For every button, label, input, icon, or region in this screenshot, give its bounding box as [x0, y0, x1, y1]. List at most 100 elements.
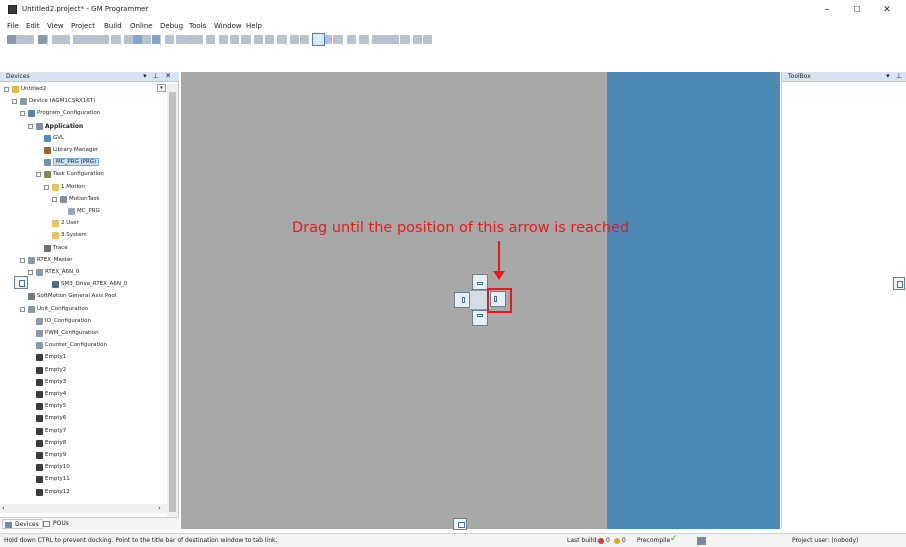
toolbar-button-icon[interactable]: [400, 35, 409, 44]
tree-item[interactable]: GVL: [4, 133, 166, 144]
devices-panel-header[interactable]: Devices ▾ ⊥ ✕: [0, 72, 179, 82]
tree-item[interactable]: Empty1: [4, 352, 166, 363]
toolbar-button-icon[interactable]: [111, 35, 120, 44]
toolbar-button-icon[interactable]: [73, 35, 82, 44]
tree-item[interactable]: RTEX_Master: [4, 255, 166, 266]
toolbar-button-icon[interactable]: [254, 35, 263, 44]
tree-item[interactable]: SM3_Drive_RTEX_A6N_0: [4, 279, 166, 290]
toolbar-button-icon[interactable]: [16, 35, 25, 44]
tree-item[interactable]: Empty12: [4, 487, 166, 498]
tree-item[interactable]: Empty3: [4, 377, 166, 388]
dock-left-indicator[interactable]: [14, 276, 28, 289]
tree-expander-icon[interactable]: [44, 184, 49, 190]
tree-item[interactable]: Task Configuration: [4, 169, 166, 180]
minimize-button[interactable]: –: [818, 3, 836, 17]
tree-expander-icon[interactable]: [4, 87, 9, 92]
toolbox-header[interactable]: ToolBox ▾ ⊥: [782, 72, 906, 82]
dock-right-indicator[interactable]: [893, 277, 905, 290]
tree-item[interactable]: Trace: [4, 243, 166, 254]
toolbar-button-icon[interactable]: [390, 35, 399, 44]
tree-item[interactable]: 1.Motion: [4, 182, 166, 193]
tree-item[interactable]: Empty10: [4, 462, 166, 473]
tree-dropdown-button[interactable]: ▾: [157, 84, 166, 92]
toolbar-button-icon[interactable]: [165, 35, 174, 44]
tree-item[interactable]: 3.System: [4, 230, 166, 241]
toolbar-button-icon[interactable]: [185, 35, 194, 44]
horizontal-scrollbar[interactable]: ‹ ›: [0, 504, 167, 513]
menu-file[interactable]: File: [7, 22, 19, 30]
tree-item[interactable]: Empty7: [4, 426, 166, 437]
toolbar-button-icon[interactable]: [52, 35, 61, 44]
toolbar-button-icon[interactable]: [206, 35, 215, 44]
toolbar-button-icon[interactable]: [7, 35, 16, 44]
close-button[interactable]: ✕: [878, 3, 896, 17]
tree-item[interactable]: Counter_Configuration: [4, 340, 166, 351]
toolbar-button-icon[interactable]: [413, 35, 422, 44]
tree-item[interactable]: Program_Configuration: [4, 108, 166, 119]
tree-expander-icon[interactable]: [20, 306, 25, 312]
toolbar-button-icon[interactable]: [290, 35, 299, 44]
toolbox-header-buttons[interactable]: ▾ ⊥: [886, 72, 904, 80]
toolbar-button-icon[interactable]: [38, 35, 47, 44]
toolbar-button-icon[interactable]: [241, 35, 250, 44]
menu-project[interactable]: Project: [71, 22, 95, 30]
toolbar-button-icon[interactable]: [100, 35, 109, 44]
menu-build[interactable]: Build: [104, 22, 122, 30]
toolbar-button-icon[interactable]: [176, 35, 185, 44]
toolbar-button-icon[interactable]: [423, 35, 432, 44]
tree-expander-icon[interactable]: [28, 123, 33, 129]
tree-item[interactable]: Empty5: [4, 401, 166, 412]
toolbar-button-icon[interactable]: [133, 35, 142, 44]
toolbar-button-icon[interactable]: [230, 35, 239, 44]
toolbar-button-icon[interactable]: [359, 35, 368, 44]
menu-window[interactable]: Window: [214, 22, 242, 30]
menu-debug[interactable]: Debug: [160, 22, 183, 30]
toolbar-button-icon[interactable]: [277, 35, 286, 44]
menu-edit[interactable]: Edit: [26, 22, 40, 30]
tree-item[interactable]: Empty4: [4, 389, 166, 400]
toolbar-button-icon[interactable]: [372, 35, 381, 44]
tree-item[interactable]: MC_PRG (PRG): [4, 157, 166, 168]
dock-left-button[interactable]: [454, 292, 470, 308]
menu-online[interactable]: Online: [130, 22, 153, 30]
network-icon[interactable]: [697, 537, 706, 545]
tree-item[interactable]: MotionTask: [4, 194, 166, 205]
menu-view[interactable]: View: [47, 22, 64, 30]
scrollbar-thumb[interactable]: [169, 92, 176, 512]
menu-tools[interactable]: Tools: [189, 22, 206, 30]
menu-help[interactable]: Help: [246, 22, 262, 30]
tab-devices[interactable]: Devices: [2, 519, 43, 529]
tree-item[interactable]: Library Manager: [4, 145, 166, 156]
panel-header-buttons[interactable]: ▾ ⊥ ✕: [143, 72, 173, 80]
tree-item[interactable]: Application: [4, 121, 166, 132]
tree-expander-icon[interactable]: [36, 172, 41, 178]
tree-expander-icon[interactable]: [20, 111, 25, 117]
toolbar-button-icon[interactable]: [82, 35, 91, 44]
toolbar-button-icon[interactable]: [333, 35, 342, 44]
toolbar-button-icon[interactable]: [265, 35, 274, 44]
tab-pous[interactable]: POUs: [41, 519, 72, 529]
tree-item[interactable]: Unit_Configuration: [4, 304, 166, 315]
tree-expander-icon[interactable]: [28, 270, 33, 275]
tree-item[interactable]: Empty9: [4, 450, 166, 461]
tree-item[interactable]: PWM_Configuration: [4, 328, 166, 339]
tree-item[interactable]: Empty8: [4, 438, 166, 449]
toolbar-button-icon[interactable]: [381, 35, 390, 44]
tree-item[interactable]: Empty2: [4, 365, 166, 376]
dock-bottom-button[interactable]: [472, 310, 488, 326]
tree-item[interactable]: MC_PRG: [4, 206, 166, 217]
tree-expander-icon[interactable]: [12, 99, 17, 105]
maximize-button[interactable]: ☐: [848, 3, 866, 17]
toolbar-button-icon[interactable]: [347, 35, 356, 44]
toolbar-button-icon[interactable]: [124, 35, 133, 44]
toolbar-button-icon[interactable]: [142, 35, 151, 44]
tree-item[interactable]: Empty6: [4, 413, 166, 424]
dock-top-button[interactable]: [472, 274, 488, 290]
toolbar-button-icon[interactable]: [91, 35, 100, 44]
tree-item[interactable]: Device (AGM1CSRX16T): [4, 96, 166, 107]
tree-item[interactable]: RTEX_A6N_0: [4, 267, 166, 278]
toolbar-active-button[interactable]: [312, 33, 325, 46]
tree-item[interactable]: SoftMotion General Axis Pool: [4, 291, 166, 302]
tree-item[interactable]: IO_Configuration: [4, 316, 166, 327]
toolbar-button-icon[interactable]: [219, 35, 228, 44]
